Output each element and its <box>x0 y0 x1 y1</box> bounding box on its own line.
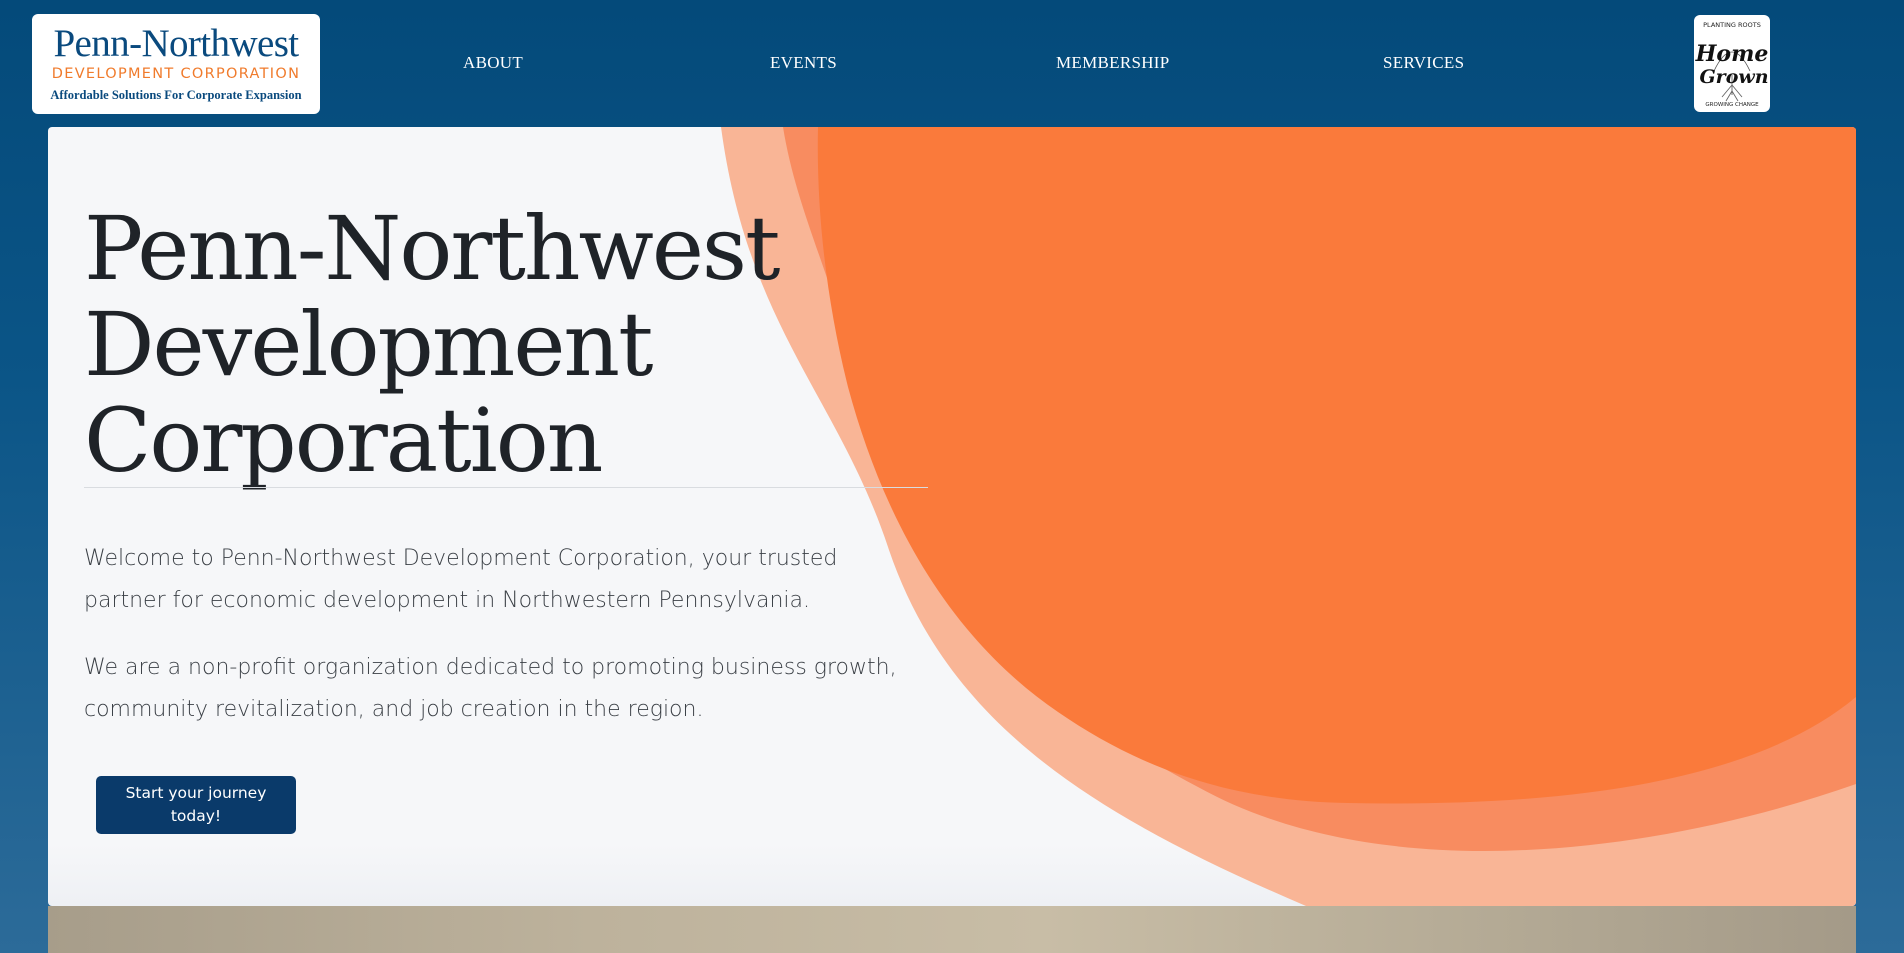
nav-events[interactable]: EVENTS <box>770 53 837 73</box>
hero-section: Penn-Northwest Development Corporation W… <box>48 127 1856 906</box>
hero-intro-paragraph: Welcome to Penn-Northwest Development Co… <box>84 546 838 613</box>
nav-services[interactable]: SERVICES <box>1383 53 1464 73</box>
badge-line2: Grown <box>1699 66 1768 88</box>
title-divider <box>84 487 928 488</box>
homegrown-badge[interactable]: PLANTING ROOTS Home Grown GROWING CHANGE <box>1694 15 1770 112</box>
homegrown-logo-icon: PLANTING ROOTS Home Grown GROWING CHANGE <box>1695 21 1769 108</box>
next-section-image <box>48 906 1856 953</box>
badge-top-text: PLANTING ROOTS <box>1703 21 1761 29</box>
site-logo[interactable]: Penn-Northwest DEVELOPMENT CORPORATION A… <box>32 14 320 114</box>
site-header: Penn-Northwest DEVELOPMENT CORPORATION A… <box>0 0 1904 125</box>
badge-line1: Home <box>1695 41 1769 67</box>
logo-title: Penn-Northwest <box>53 22 299 65</box>
logo-tagline: Affordable Solutions For Corporate Expan… <box>50 88 302 102</box>
hero-title: Penn-Northwest Development Corporation <box>84 197 780 492</box>
start-journey-button[interactable]: Start your journey today! <box>96 776 296 834</box>
hero-mission-paragraph: We are a non-profit organization dedicat… <box>84 655 897 722</box>
nav-membership[interactable]: MEMBERSHIP <box>1056 53 1170 73</box>
badge-bottom-text: GROWING CHANGE <box>1705 102 1759 108</box>
logo-subtitle: DEVELOPMENT CORPORATION <box>51 66 301 82</box>
nav-about[interactable]: ABOUT <box>463 53 523 73</box>
